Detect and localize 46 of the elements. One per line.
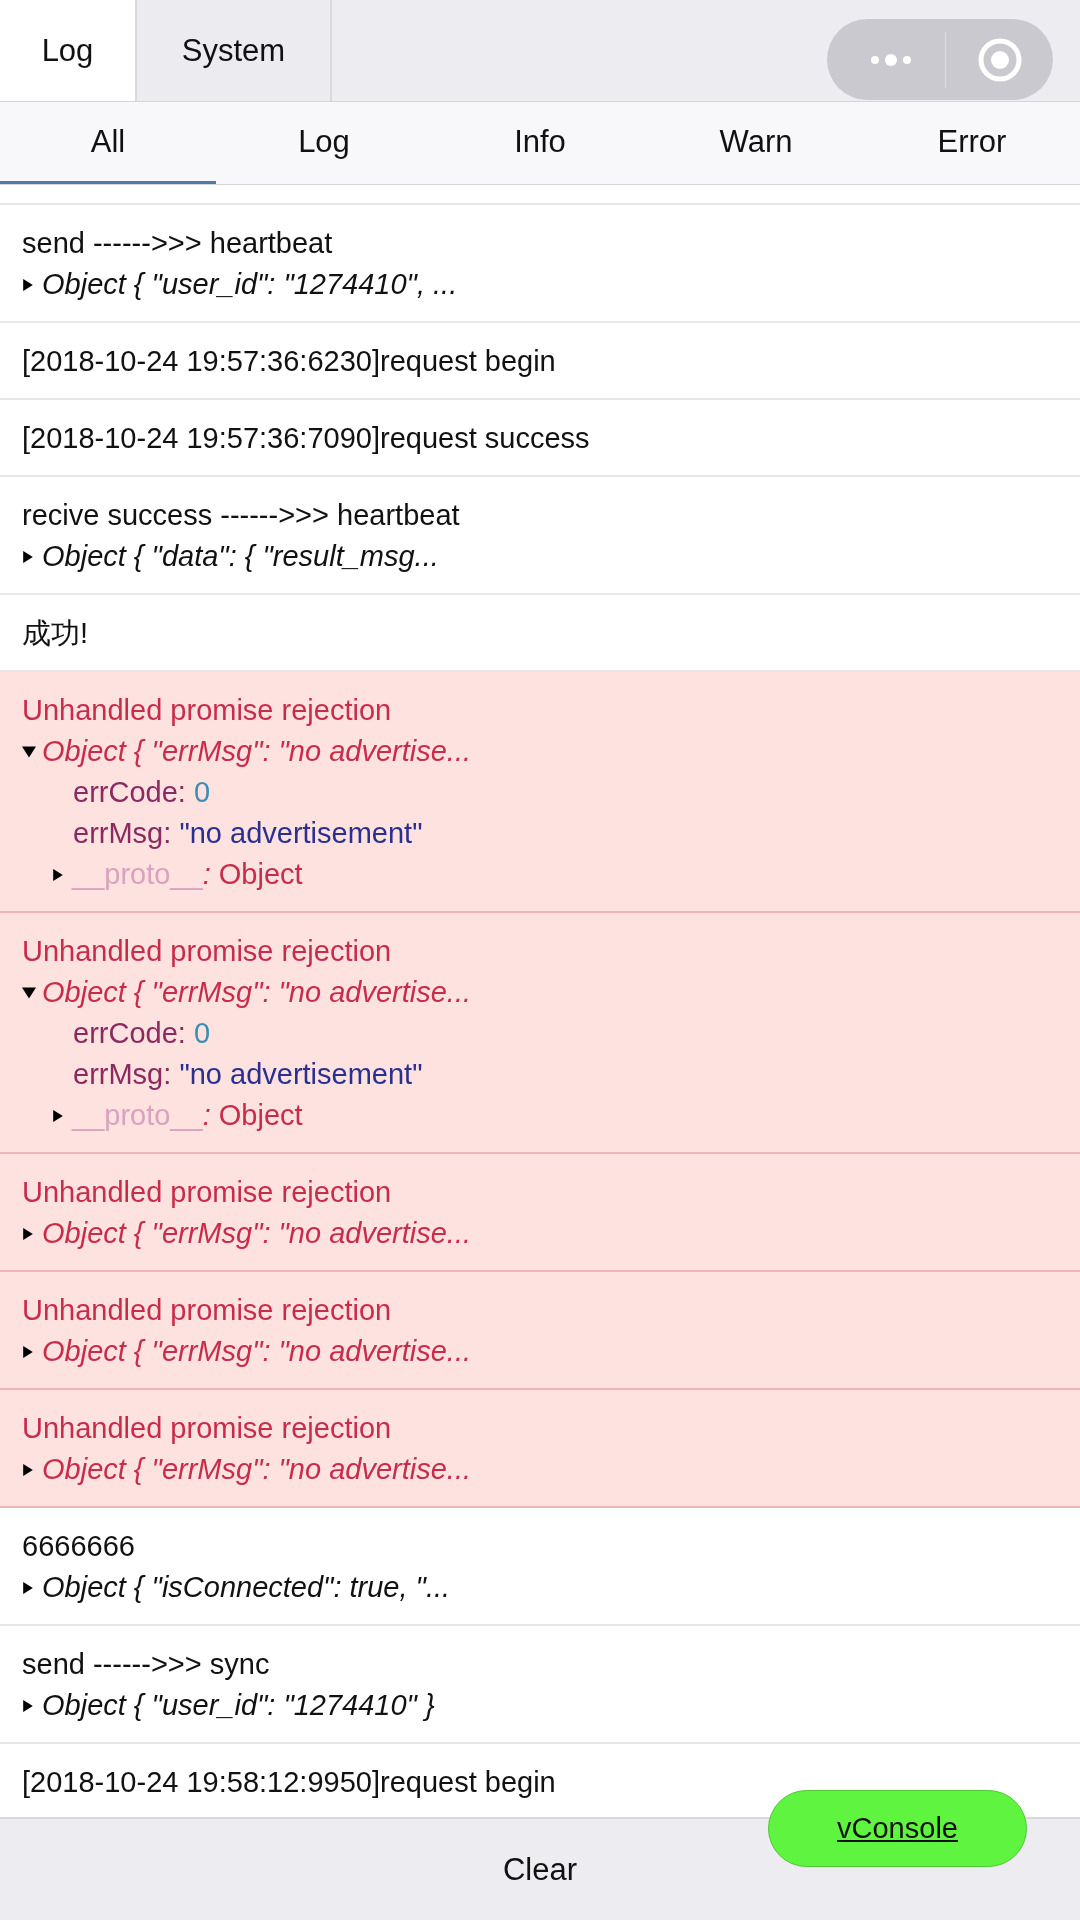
expand-triangle-icon[interactable] (22, 1343, 34, 1360)
object-property: errMsg: "no advertisement" (73, 816, 423, 851)
object-property: errCode: 0 (73, 775, 211, 810)
log-message: send ------>>> sync (22, 1647, 271, 1682)
log-message: 成功! (22, 616, 90, 651)
object-summary[interactable]: Object { "errMsg": "no advertise... (42, 731, 471, 772)
object-summary[interactable]: Object { "data": { "result_msg... (42, 536, 439, 577)
vconsole-button[interactable]: vConsole (768, 1790, 1027, 1867)
object-property: errCode: 0 (73, 1016, 211, 1051)
expand-triangle-icon[interactable] (22, 1461, 34, 1478)
log-message: Unhandled promise rejection (22, 934, 393, 969)
filter-tab[interactable]: Error (864, 102, 1080, 184)
log-message: Unhandled promise rejection (22, 1411, 393, 1446)
expand-triangle-icon[interactable] (22, 1697, 34, 1714)
object-property: errMsg: "no advertisement" (73, 1057, 423, 1092)
object-summary[interactable]: Object { "errMsg": "no advertise... (42, 1331, 471, 1372)
object-property: __proto__: Object (72, 857, 303, 892)
filter-tab[interactable]: Warn (648, 102, 864, 184)
object-summary[interactable]: Object { "errMsg": "no advertise... (42, 1213, 471, 1254)
log-message: send ------>>> heartbeat (22, 226, 334, 261)
log-message: 6666666 (22, 1529, 136, 1564)
expand-triangle-icon[interactable] (52, 1107, 64, 1124)
tab[interactable]: Log (0, 0, 137, 101)
object-summary[interactable]: Object { "isConnected": true, "... (42, 1567, 451, 1608)
log-message: Unhandled promise rejection (22, 1293, 393, 1328)
object-property: __proto__: Object (72, 1098, 303, 1133)
object-summary[interactable]: Object { "errMsg": "no advertise... (42, 972, 471, 1013)
filter-tab[interactable]: Info (432, 102, 648, 184)
object-summary[interactable]: Object { "user_id": "1274410" } (42, 1685, 435, 1726)
object-summary[interactable]: Object { "errMsg": "no advertise... (42, 1449, 471, 1490)
log-message: [2018-10-24 19:57:36:6230]request begin (22, 344, 557, 379)
log-message: Unhandled promise rejection (22, 1175, 393, 1210)
expand-triangle-icon[interactable] (52, 866, 64, 883)
log-message: [2018-10-24 19:57:36:7090]request success (22, 421, 591, 456)
expand-triangle-icon[interactable] (21, 744, 37, 759)
expand-triangle-icon[interactable] (21, 985, 37, 1000)
filter-tab[interactable]: All (0, 102, 216, 184)
expand-triangle-icon[interactable] (22, 1579, 34, 1596)
expand-triangle-icon[interactable] (22, 276, 34, 293)
expand-triangle-icon[interactable] (22, 1225, 34, 1242)
log-message: recive success ------>>> heartbeat (22, 498, 461, 533)
log-message: Unhandled promise rejection (22, 693, 393, 728)
filter-tab[interactable]: Log (216, 102, 432, 184)
expand-triangle-icon[interactable] (22, 548, 34, 565)
log-message: [2018-10-24 19:58:12:9950]request begin (22, 1765, 557, 1800)
object-summary[interactable]: Object { "user_id": "1274410", ... (42, 264, 458, 305)
